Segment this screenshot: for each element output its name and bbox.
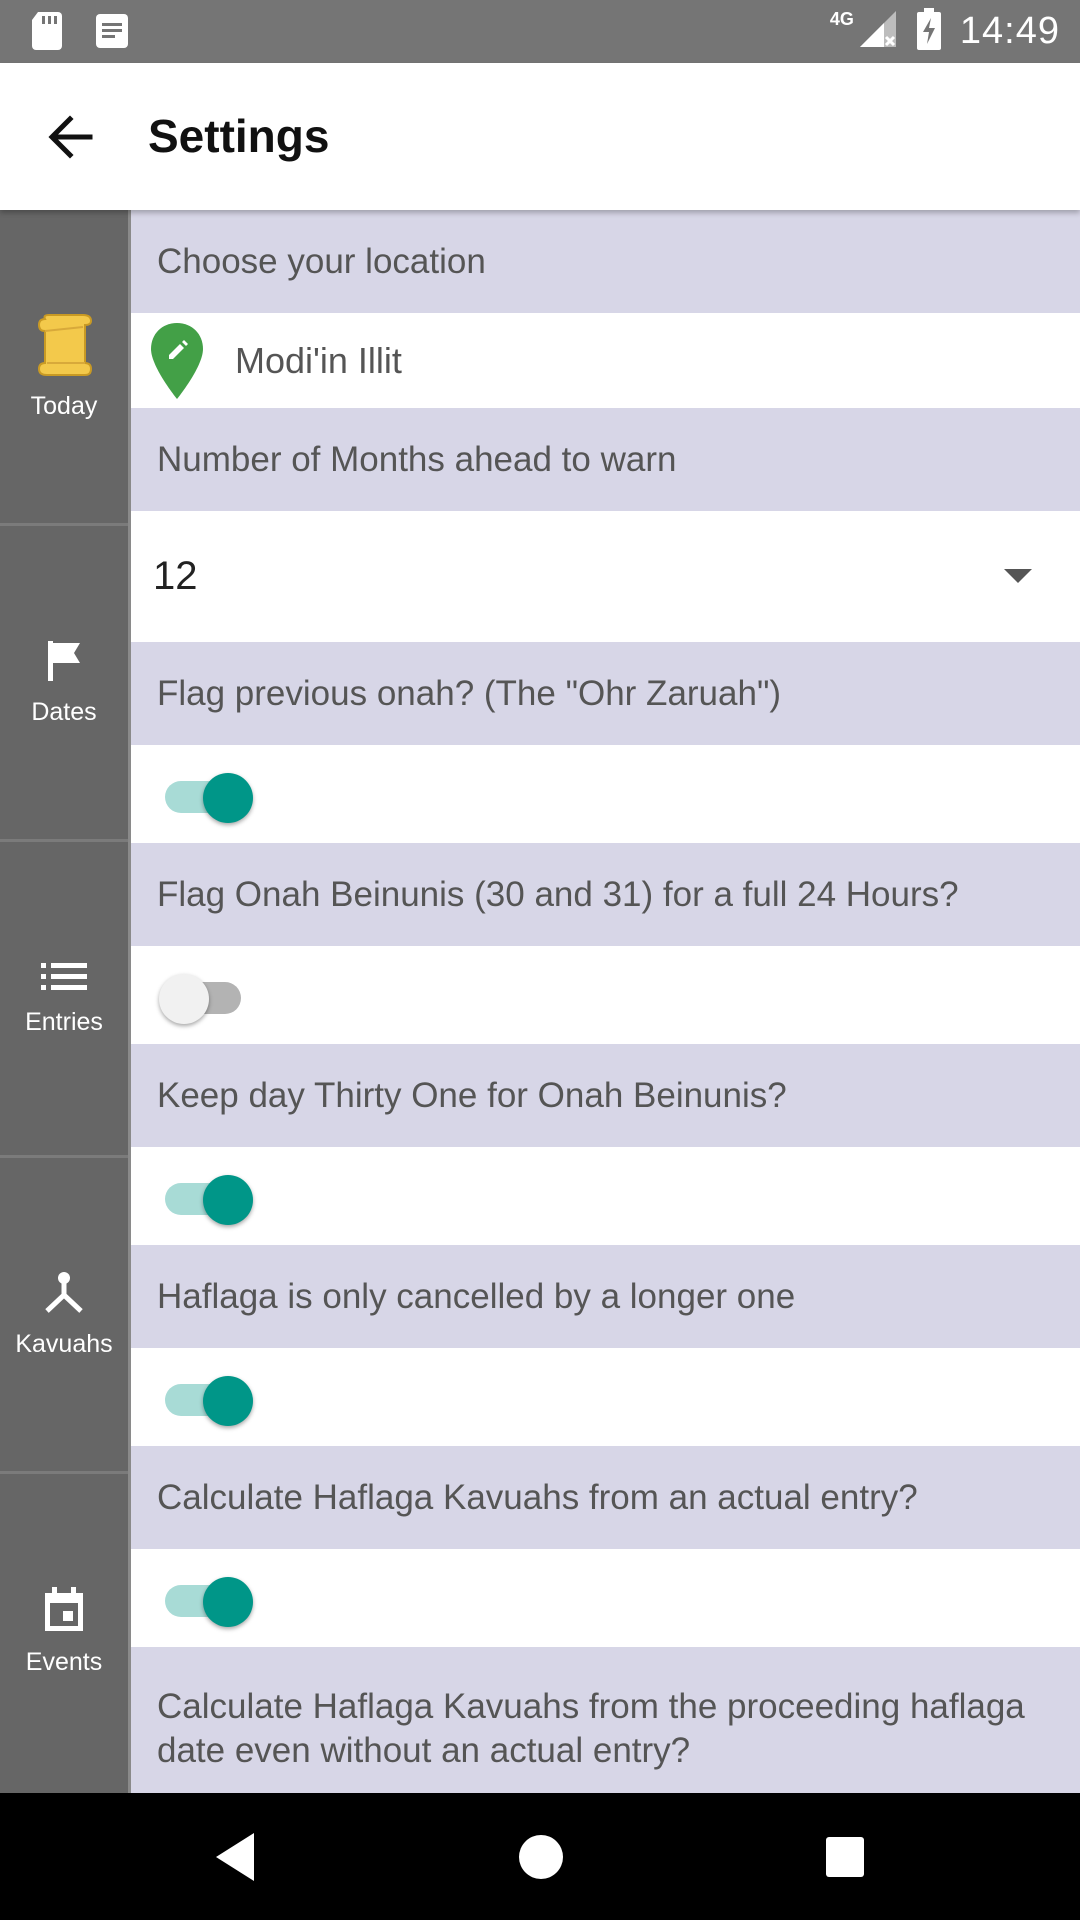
- setting-row-haflaga-actual-entry: [131, 1549, 1080, 1648]
- nav-label-today: Today: [30, 391, 98, 420]
- list-icon: [41, 961, 87, 1000]
- toggle-haflaga-actual-entry[interactable]: [159, 1577, 253, 1627]
- back-triangle-icon: [216, 1833, 254, 1881]
- signal-icon: [858, 9, 898, 54]
- arrow-back-icon: [48, 115, 93, 159]
- toggle-haflaga-longer[interactable]: [159, 1376, 253, 1426]
- recents-square-icon: [826, 1837, 864, 1877]
- app-bar: Settings: [0, 63, 1080, 210]
- nav-item-events[interactable]: Events: [0, 1474, 128, 1790]
- months-ahead-select[interactable]: 12: [131, 511, 1080, 643]
- settings-list: Choose your location Modi'in Illit Numbe…: [131, 210, 1080, 1793]
- system-home-button[interactable]: [516, 1831, 566, 1888]
- setting-label-ohr-zaruah: Flag previous onah? (The "Ohr Zaruah"): [131, 642, 1080, 745]
- battery-charging-icon: [916, 8, 942, 55]
- nav-label-kavuahs: Kavuahs: [15, 1329, 113, 1358]
- location-picker[interactable]: Modi'in Illit: [131, 313, 1080, 409]
- side-nav: Today Dates Entries Kavuahs Events: [0, 210, 131, 1793]
- toggle-onah-beinunis-24[interactable]: [159, 974, 245, 1024]
- setting-label-haflaga-actual-entry: Calculate Haflaga Kavuahs from an actual…: [131, 1446, 1080, 1549]
- nav-item-kavuahs[interactable]: Kavuahs: [0, 1158, 128, 1474]
- clock: 14:49: [959, 10, 1060, 52]
- nav-item-dates[interactable]: Dates: [0, 526, 128, 842]
- chevron-down-icon: [1004, 569, 1032, 583]
- setting-label-haflaga-without-entry: Calculate Haflaga Kavuahs from the proce…: [131, 1647, 1080, 1793]
- notes-icon: [94, 12, 130, 55]
- setting-label-day-thirty-one: Keep day Thirty One for Onah Beinunis?: [131, 1044, 1080, 1147]
- home-circle-icon: [519, 1835, 563, 1879]
- nav-item-today[interactable]: Today: [0, 210, 128, 526]
- setting-label-months: Number of Months ahead to warn: [131, 408, 1080, 511]
- system-back-button[interactable]: [212, 1831, 260, 1888]
- scroll-icon: [35, 313, 93, 384]
- sd-card-icon: [30, 12, 64, 55]
- nav-item-entries[interactable]: Entries: [0, 842, 128, 1158]
- setting-row-ohr-zaruah: [131, 745, 1080, 844]
- flag-icon: [44, 639, 84, 690]
- toggle-ohr-zaruah[interactable]: [159, 773, 253, 823]
- nav-label-events: Events: [25, 1648, 103, 1676]
- setting-label-onah-beinunis-24: Flag Onah Beinunis (30 and 31) for a ful…: [131, 843, 1080, 946]
- setting-row-day-thirty-one: [131, 1147, 1080, 1246]
- location-value: Modi'in Illit: [235, 339, 402, 381]
- network-type: 4G: [829, 9, 854, 29]
- back-button[interactable]: [40, 105, 104, 169]
- nav-label-dates: Dates: [31, 697, 97, 726]
- setting-label-haflaga-longer: Haflaga is only cancelled by a longer on…: [131, 1245, 1080, 1348]
- setting-label-location: Choose your location: [131, 210, 1080, 313]
- nav-label-entries: Entries: [25, 1007, 103, 1036]
- toggle-day-thirty-one[interactable]: [159, 1175, 253, 1225]
- system-nav-bar: [0, 1793, 1080, 1920]
- status-bar: 4G 14:49: [0, 0, 1080, 63]
- setting-row-haflaga-longer: [131, 1348, 1080, 1447]
- months-ahead-value: 12: [153, 554, 198, 598]
- system-recents-button[interactable]: [822, 1831, 868, 1888]
- merge-icon: [41, 1271, 87, 1322]
- page-title: Settings: [148, 110, 330, 162]
- side-nav-divider: [128, 210, 131, 1793]
- location-edit-icon: [151, 322, 203, 399]
- calendar-event-icon: [43, 1587, 85, 1640]
- setting-row-onah-beinunis-24: [131, 946, 1080, 1045]
